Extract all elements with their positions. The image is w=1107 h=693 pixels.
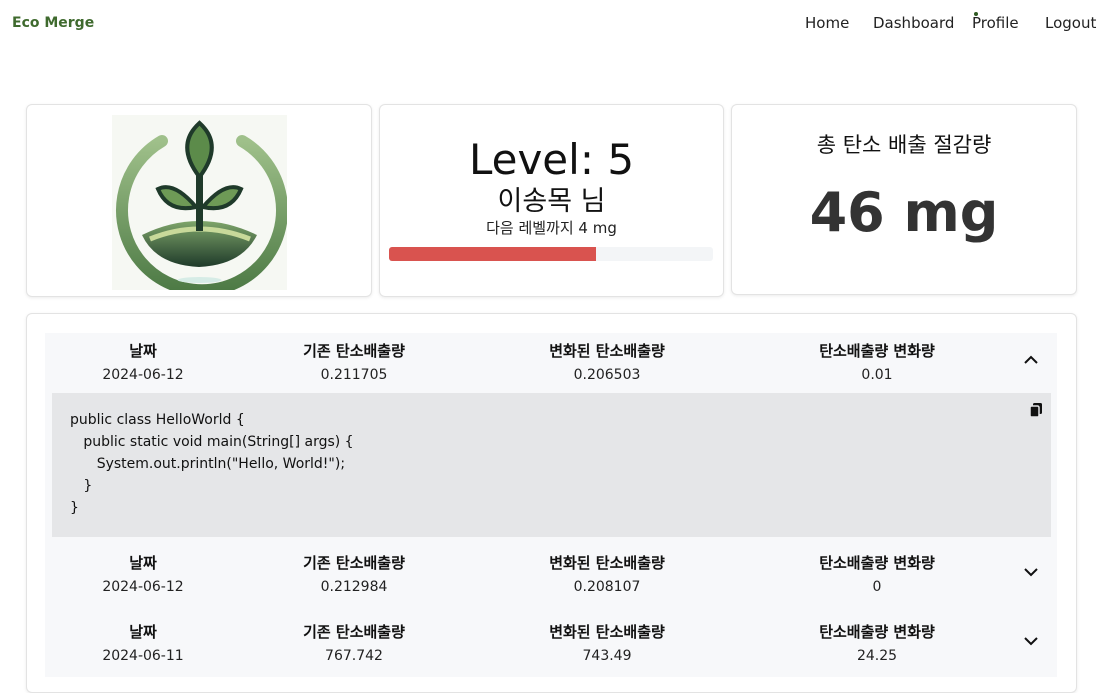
total-savings-value: 46 mg — [809, 181, 999, 244]
nav-profile-link[interactable]: Profile — [972, 14, 1019, 32]
logo-sprout-icon — [112, 115, 287, 290]
before-value: 0.212984 — [320, 579, 388, 595]
before-header: 기존 탄소배출량 — [303, 342, 405, 360]
change-column: 탄소배출량 변화량 24.25 — [777, 621, 977, 664]
date-header: 날짜 — [129, 554, 157, 572]
before-column: 기존 탄소배출량 767.742 — [254, 621, 454, 664]
logo-card — [26, 104, 372, 297]
navbar: Eco Merge Home Dashboard Profile Logout — [0, 0, 1107, 48]
code-text[interactable]: public class HelloWorld { public static … — [70, 409, 354, 519]
change-value: 0.01 — [861, 367, 893, 383]
total-savings-label: 총 탄소 배출 절감량 — [816, 133, 992, 157]
after-value: 0.208107 — [573, 579, 641, 595]
level-progress-bar — [389, 247, 713, 261]
copy-icon[interactable] — [1028, 402, 1044, 418]
level-card: Level: 5 이송목 님 다음 레벨까지 4 mg — [379, 104, 724, 297]
change-column: 탄소배출량 변화량 0 — [777, 552, 977, 595]
history-row[interactable]: 날짜 2024-06-12 기존 탄소배출량 0.212984 변화된 탄소배출… — [45, 552, 1057, 612]
nav-logout-link[interactable]: Logout — [1045, 14, 1096, 32]
date-column: 날짜 2024-06-12 — [43, 340, 243, 383]
level-title: Level: 5 — [468, 135, 635, 184]
total-savings-card: 총 탄소 배출 절감량 46 mg — [731, 104, 1077, 295]
date-value: 2024-06-12 — [102, 579, 184, 595]
nav-dashboard-link[interactable]: Dashboard — [873, 14, 954, 32]
after-header: 변화된 탄소배출량 — [549, 554, 665, 572]
after-header: 변화된 탄소배출량 — [549, 623, 665, 641]
next-level-text: 다음 레벨까지 4 mg — [486, 219, 617, 237]
after-column: 변화된 탄소배출량 0.206503 — [507, 340, 707, 383]
change-column: 탄소배출량 변화량 0.01 — [777, 340, 977, 383]
date-column: 날짜 2024-06-11 — [43, 621, 243, 664]
level-progress-fill — [389, 247, 597, 261]
brand-logo-text[interactable]: Eco Merge — [12, 15, 94, 31]
after-value: 0.206503 — [573, 367, 641, 383]
before-header: 기존 탄소배출량 — [303, 623, 405, 641]
before-header: 기존 탄소배출량 — [303, 554, 405, 572]
before-column: 기존 탄소배출량 0.212984 — [254, 552, 454, 595]
history-row[interactable]: 날짜 2024-06-11 기존 탄소배출량 767.742 변화된 탄소배출량… — [45, 621, 1057, 681]
date-header: 날짜 — [129, 342, 157, 360]
after-column: 변화된 탄소배출량 743.49 — [507, 621, 707, 664]
history-row[interactable]: 날짜 2024-06-12 기존 탄소배출량 0.211705 변화된 탄소배출… — [45, 340, 1057, 400]
after-header: 변화된 탄소배출량 — [549, 342, 665, 360]
code-block: public class HelloWorld { public static … — [52, 393, 1051, 537]
change-header: 탄소배출량 변화량 — [819, 623, 935, 641]
chevron-up-icon[interactable] — [1021, 350, 1041, 370]
chevron-down-icon[interactable] — [1021, 631, 1041, 651]
after-column: 변화된 탄소배출량 0.208107 — [507, 552, 707, 595]
chevron-down-icon[interactable] — [1021, 562, 1041, 582]
after-value: 743.49 — [582, 648, 632, 664]
date-value: 2024-06-12 — [102, 367, 184, 383]
change-value: 24.25 — [856, 648, 898, 664]
user-name: 이송목 님 — [497, 186, 606, 217]
date-column: 날짜 2024-06-12 — [43, 552, 243, 595]
before-value: 0.211705 — [320, 367, 388, 383]
change-header: 탄소배출량 변화량 — [819, 554, 935, 572]
nav-home-link[interactable]: Home — [805, 14, 849, 32]
before-value: 767.742 — [325, 648, 383, 664]
date-value: 2024-06-11 — [102, 648, 184, 664]
change-value: 0 — [872, 579, 882, 595]
date-header: 날짜 — [129, 623, 157, 641]
before-column: 기존 탄소배출량 0.211705 — [254, 340, 454, 383]
change-header: 탄소배출량 변화량 — [819, 342, 935, 360]
